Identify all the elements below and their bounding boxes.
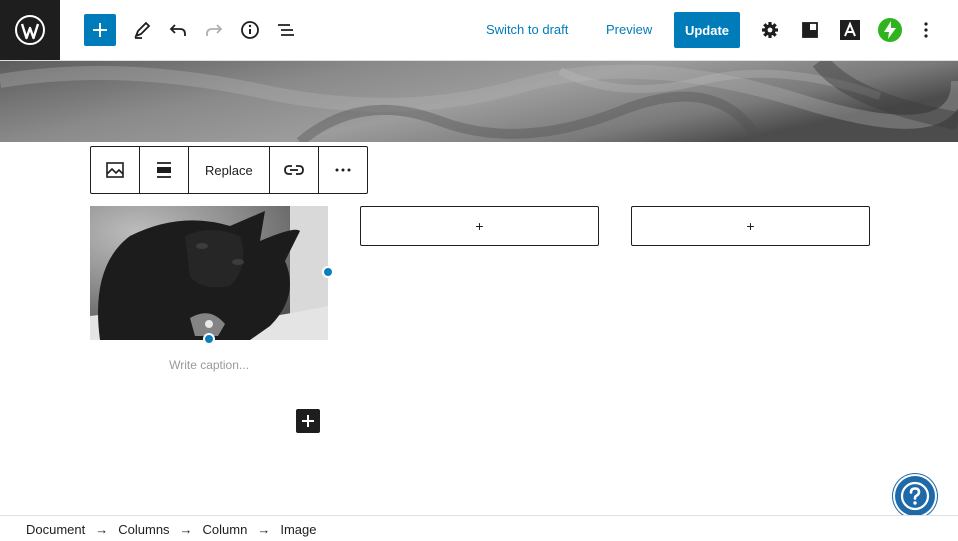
undo-button[interactable] [162, 14, 194, 46]
resize-handle-bottom[interactable] [203, 333, 215, 345]
image-icon [106, 162, 124, 178]
breadcrumb-item-column[interactable]: Column [203, 522, 248, 537]
list-view-button[interactable] [270, 14, 302, 46]
preview-button[interactable]: Preview [606, 22, 652, 37]
block-toolbar: Replace [90, 146, 368, 194]
plus-icon [93, 23, 107, 37]
settings-button[interactable] [754, 14, 786, 46]
align-button[interactable] [140, 147, 189, 193]
blocks-panel-icon [802, 22, 818, 38]
caption-placeholder[interactable]: Write caption... [90, 358, 328, 372]
wordpress-logo-button[interactable] [0, 0, 60, 60]
redo-button[interactable] [198, 14, 230, 46]
gear-icon [762, 22, 778, 38]
editor-footer: Document → Columns → Column → Image [0, 515, 958, 541]
block-type-button[interactable] [91, 147, 140, 193]
info-icon [241, 21, 259, 39]
redo-icon [206, 24, 223, 36]
wordpress-logo-icon [15, 15, 45, 45]
more-vertical-icon [924, 22, 928, 38]
link-icon [283, 165, 304, 175]
pencil-icon [134, 21, 151, 39]
more-horizontal-icon [335, 168, 351, 172]
breadcrumb: Document → Columns → Column → Image [26, 522, 316, 537]
column-2-appender-button[interactable]: + [360, 206, 599, 246]
breadcrumb-separator: → [179, 522, 193, 537]
list-view-icon [278, 24, 294, 36]
block-inserter-button[interactable] [296, 409, 320, 433]
jetpack-button[interactable] [874, 14, 906, 46]
update-button[interactable]: Update [674, 12, 740, 48]
block-panel-button[interactable] [794, 14, 826, 46]
undo-icon [169, 24, 186, 36]
cover-image[interactable] [0, 61, 958, 142]
font-plugin-button[interactable] [834, 14, 866, 46]
switch-to-draft-button[interactable]: Switch to draft [486, 22, 568, 37]
cat-image[interactable] [90, 206, 328, 340]
more-options-button[interactable] [319, 147, 367, 193]
editor-header: Switch to draft Preview Update [0, 0, 958, 61]
breadcrumb-item-columns[interactable]: Columns [118, 522, 169, 537]
add-block-button[interactable] [84, 14, 116, 46]
replace-button[interactable]: Replace [189, 147, 270, 193]
options-menu-button[interactable] [910, 14, 942, 46]
breadcrumb-item-document[interactable]: Document [26, 522, 85, 537]
plus-icon [302, 415, 314, 427]
question-mark-icon [900, 481, 930, 511]
column-3-appender-button[interactable]: + [631, 206, 870, 246]
breadcrumb-item-image[interactable]: Image [280, 522, 316, 537]
edit-tools-button[interactable] [126, 14, 158, 46]
breadcrumb-separator: → [95, 522, 109, 537]
link-button[interactable] [270, 147, 319, 193]
help-button[interactable] [895, 476, 935, 516]
resize-handle-right[interactable] [322, 266, 334, 278]
font-a-icon [840, 20, 860, 40]
jetpack-bolt-icon [878, 18, 902, 42]
details-button[interactable] [234, 14, 266, 46]
align-icon [157, 162, 171, 178]
breadcrumb-separator: → [257, 522, 271, 537]
